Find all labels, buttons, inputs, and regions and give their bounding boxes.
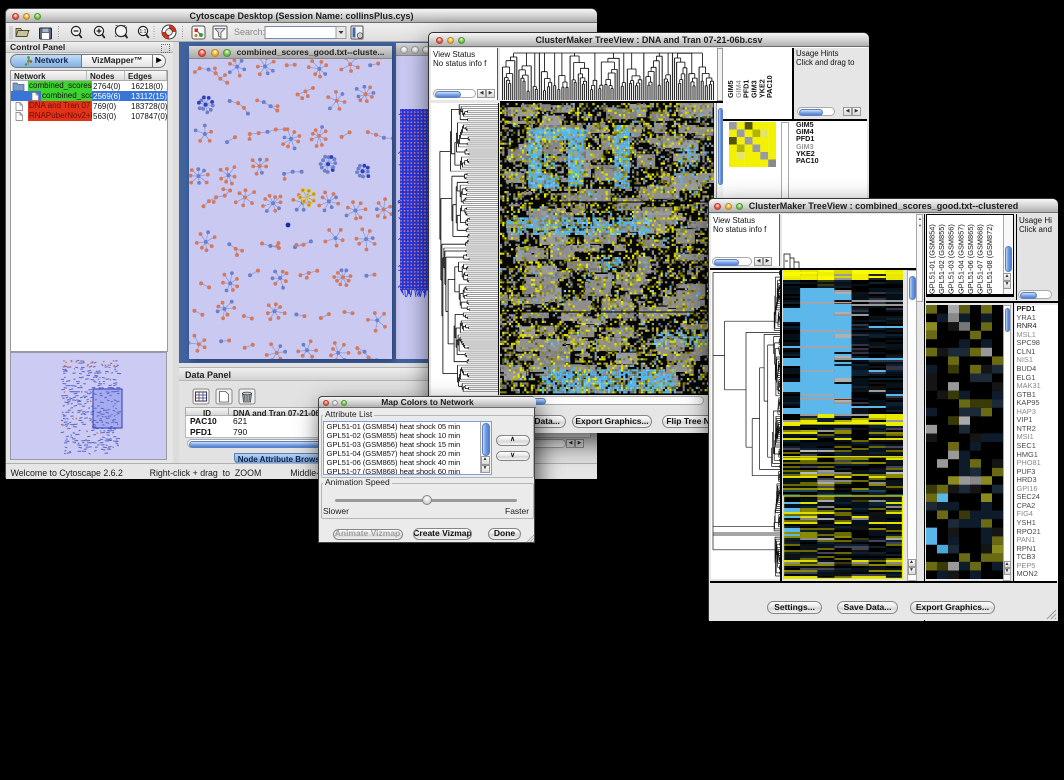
svg-text:GPL51-04 (GSM857): GPL51-04 (GSM857) — [956, 224, 965, 294]
svg-text:GPL51-03 (GSM856): GPL51-03 (GSM856) — [946, 224, 955, 294]
svg-text:GPL51-01 (GSM854): GPL51-01 (GSM854) — [927, 224, 936, 294]
svg-text:GPL51-08 (GSM872): GPL51-08 (GSM872) — [985, 224, 994, 294]
svg-text:GPL51-07 (GSM868): GPL51-07 (GSM868) — [975, 224, 984, 294]
svg-text:GPL51-02 (GSM855): GPL51-02 (GSM855) — [937, 224, 946, 294]
svg-text:Search:: Search: — [234, 27, 265, 37]
svg-text:GPL51-06 (GSM865): GPL51-06 (GSM865) — [965, 224, 974, 294]
svg-text:1:1: 1:1 — [140, 29, 147, 35]
svg-text:PAC10: PAC10 — [765, 75, 774, 98]
